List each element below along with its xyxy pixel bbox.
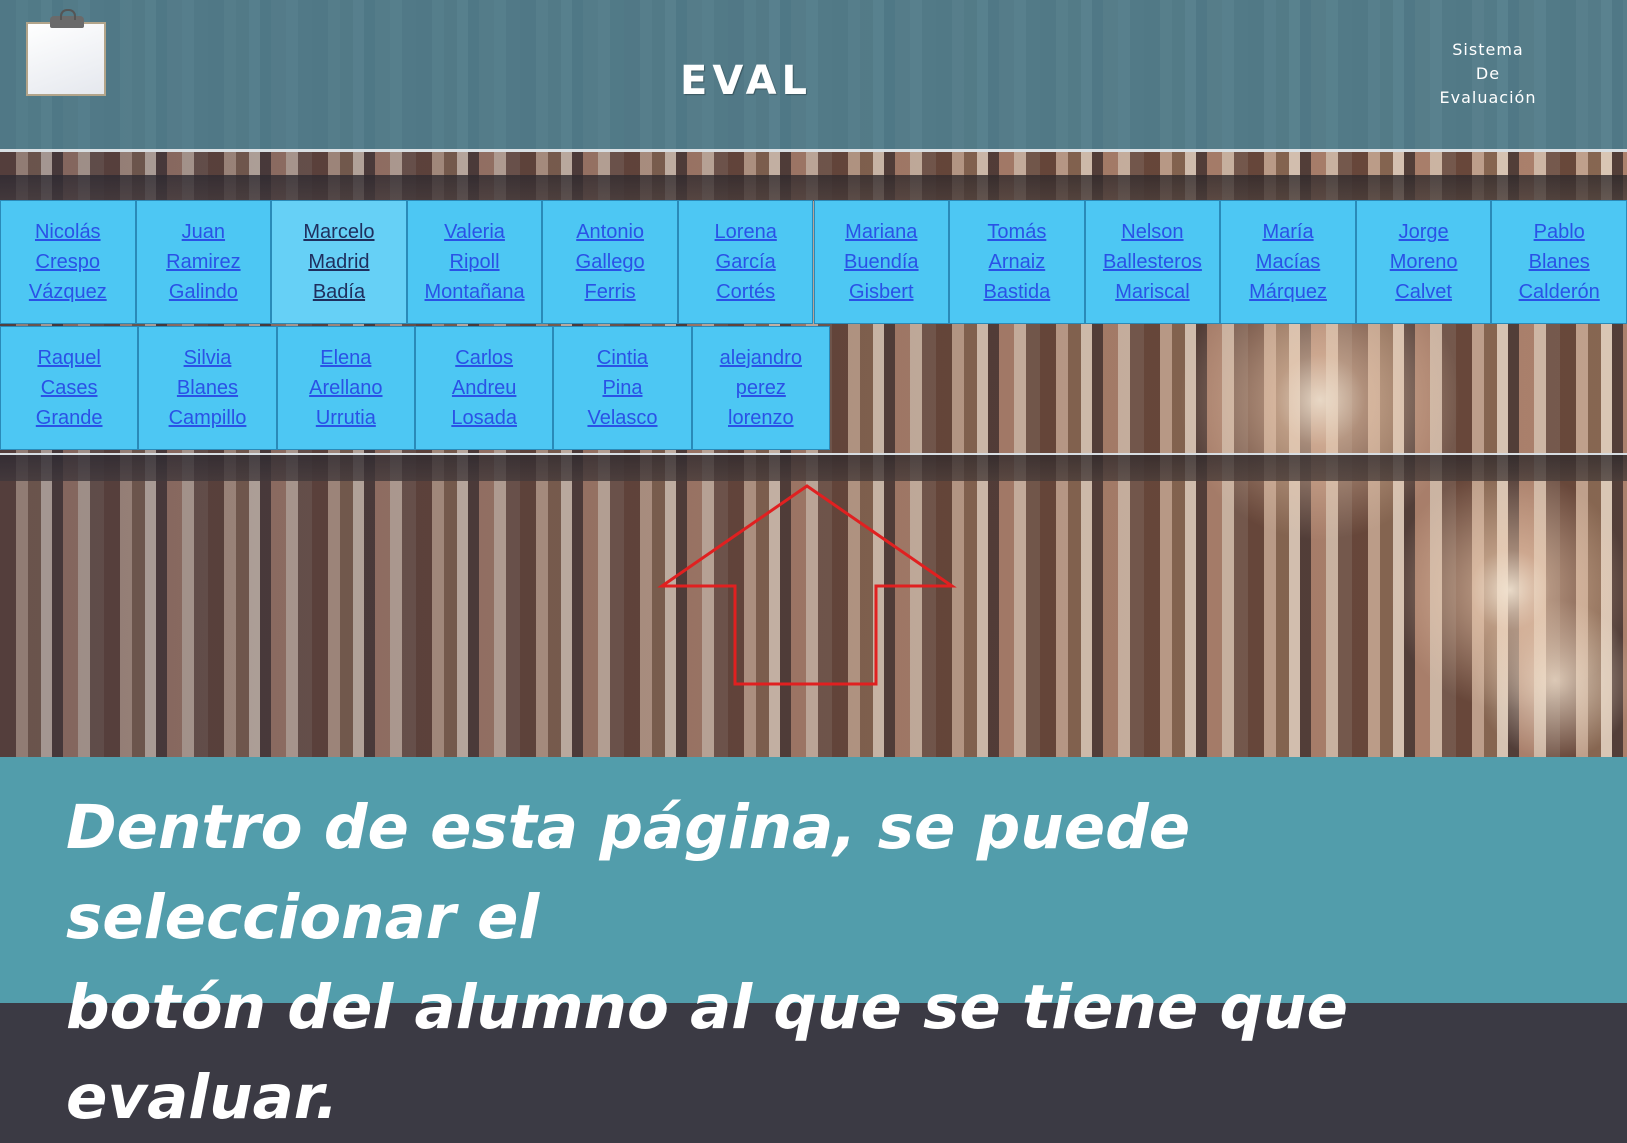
up-arrow-annotation: [657, 484, 957, 686]
caption-line: botón del alumno al que se tiene que eva…: [66, 972, 1348, 1133]
up-arrow-shape: [657, 484, 957, 686]
caption-line: Dentro de esta página, se puede seleccio…: [66, 792, 1191, 953]
instruction-caption: Dentro de esta página, se puede seleccio…: [0, 757, 1627, 1133]
caption-text: Dentro de esta página, se puede seleccio…: [66, 783, 1586, 1143]
